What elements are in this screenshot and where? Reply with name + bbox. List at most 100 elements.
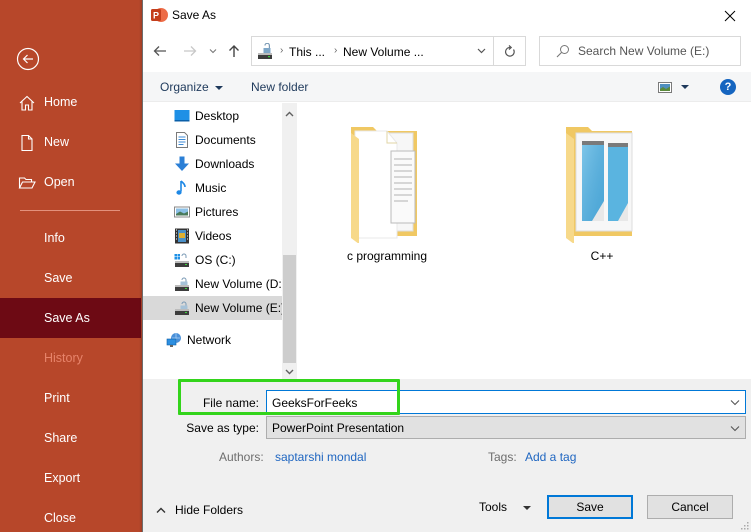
backstage-item-info[interactable]: Info: [0, 218, 141, 258]
arrow-right-icon: [184, 46, 197, 56]
pictures-icon: [174, 206, 190, 218]
address-history-dropdown[interactable]: [468, 37, 494, 65]
cancel-button[interactable]: Cancel: [647, 495, 733, 519]
new-folder-button[interactable]: New folder: [251, 80, 308, 94]
tags-label: Tags:: [488, 450, 517, 464]
change-view-icon[interactable]: [658, 82, 672, 93]
back-nav-button[interactable]: [151, 40, 169, 62]
refresh-button[interactable]: [493, 37, 525, 65]
breadcrumb-this-pc[interactable]: This ...: [289, 45, 325, 59]
backstage-item-print[interactable]: Print: [0, 378, 141, 418]
backstage-item-new[interactable]: New: [0, 122, 141, 162]
downloads-icon: [175, 156, 189, 171]
hide-folders-button[interactable]: Hide Folders: [155, 503, 243, 517]
folder-item[interactable]: C++: [542, 103, 662, 263]
tools-dropdown[interactable]: Tools: [479, 500, 532, 514]
nav-item-music[interactable]: Music: [143, 176, 282, 200]
nav-item-network[interactable]: Network: [143, 328, 282, 352]
svg-text:P: P: [153, 11, 159, 21]
backstage-item-close[interactable]: Close: [0, 498, 141, 532]
back-arrow-circle-icon: [16, 47, 40, 71]
open-folder-icon: [18, 177, 36, 189]
tags-value[interactable]: Add a tag: [525, 450, 576, 464]
chevron-up-icon: [156, 507, 166, 513]
folder-with-documents-icon: [351, 127, 417, 243]
view-options-dropdown[interactable]: [681, 85, 689, 89]
scroll-thumb[interactable]: [283, 255, 296, 363]
backstage-item-label: Info: [44, 231, 65, 245]
nav-item-label: New Volume (D:): [195, 277, 282, 291]
breadcrumb-separator: ›: [334, 45, 338, 56]
forward-nav-button: [181, 40, 199, 62]
nav-item-label: Pictures: [195, 205, 239, 219]
nav-item-documents[interactable]: Documents: [143, 128, 282, 152]
backstage-item-home[interactable]: Home: [0, 82, 141, 122]
folder-item[interactable]: c programming: [327, 103, 447, 263]
file-list: c programming C++: [299, 103, 751, 379]
backstage-item-label: Home: [44, 95, 78, 109]
folder-name: c programming: [346, 249, 428, 263]
save-as-type-select[interactable]: PowerPoint Presentation: [266, 416, 746, 439]
save-as-dialog: P Save As › This ... › New Volume ... Se…: [142, 0, 751, 532]
folder-with-notepads-icon: [566, 127, 633, 243]
chevron-down-icon: [477, 48, 485, 54]
backstage-item-label: Open: [44, 175, 75, 189]
nav-item-os-c[interactable]: OS (C:): [143, 248, 282, 272]
nav-item-pictures[interactable]: Pictures: [143, 200, 282, 224]
command-toolbar: Organize New folder ?: [143, 72, 751, 102]
file-name-combo[interactable]: [266, 390, 746, 414]
organize-button[interactable]: Organize: [160, 80, 223, 94]
new-document-icon: [21, 134, 33, 152]
backstage-item-label: New: [44, 135, 70, 149]
scroll-down-button[interactable]: [282, 364, 297, 379]
backstage-item-share[interactable]: Share: [0, 418, 141, 458]
search-icon: [556, 45, 569, 58]
breadcrumb-new-volume[interactable]: New Volume ...: [343, 45, 424, 59]
dialog-titlebar: P Save As: [143, 0, 751, 32]
save-options-pane: File name: Save as type: PowerPoint Pres…: [143, 379, 751, 532]
dropdown-triangle-icon: [214, 85, 223, 90]
nav-item-downloads[interactable]: Downloads: [143, 152, 282, 176]
chevron-up-icon: [285, 111, 294, 116]
nav-item-label: Network: [187, 333, 232, 347]
recent-locations-button[interactable]: [207, 40, 219, 62]
music-icon: [176, 180, 186, 195]
resize-grip-icon[interactable]: [739, 520, 749, 530]
folder-name: C++: [590, 249, 614, 263]
dialog-title: Save As: [172, 8, 217, 22]
os-drive-icon: [174, 253, 189, 267]
close-button[interactable]: [709, 0, 751, 32]
tools-label: Tools: [479, 500, 508, 514]
authors-value[interactable]: saptarshi mondal: [275, 450, 366, 464]
address-bar[interactable]: › This ... › New Volume ...: [251, 36, 526, 66]
back-button[interactable]: [16, 47, 40, 71]
scroll-up-button[interactable]: [282, 106, 297, 121]
up-nav-button[interactable]: [225, 40, 243, 62]
documents-icon: [176, 132, 188, 148]
network-icon: [166, 333, 181, 347]
backstage-item-open[interactable]: Open: [0, 162, 141, 202]
backstage-item-save-as[interactable]: Save As: [0, 298, 141, 338]
backstage-item-label: Close: [44, 511, 76, 525]
backstage-item-save[interactable]: Save: [0, 258, 141, 298]
nav-item-label: Documents: [195, 133, 256, 147]
nav-item-label: Music: [195, 181, 227, 195]
powerpoint-icon: P: [151, 8, 168, 22]
home-icon: [19, 95, 35, 111]
nav-item-desktop[interactable]: Desktop: [143, 104, 282, 128]
nav-item-new-volume-e[interactable]: New Volume (E:): [143, 296, 282, 320]
search-input[interactable]: [578, 43, 736, 59]
arrow-up-icon: [229, 45, 239, 57]
save-button[interactable]: Save: [547, 495, 633, 519]
help-button[interactable]: ?: [720, 79, 736, 95]
backstage-item-label: Share: [44, 431, 78, 445]
search-box[interactable]: [539, 36, 741, 66]
nav-pane-scrollbar[interactable]: [282, 103, 297, 379]
nav-item-videos[interactable]: Videos: [143, 224, 282, 248]
chevron-down-icon: [209, 49, 217, 54]
backstage-item-export[interactable]: Export: [0, 458, 141, 498]
nav-item-new-volume-d[interactable]: New Volume (D:): [143, 272, 282, 296]
file-name-input[interactable]: [272, 395, 712, 410]
chevron-down-icon: [730, 426, 740, 432]
chevron-down-icon[interactable]: [729, 396, 741, 408]
